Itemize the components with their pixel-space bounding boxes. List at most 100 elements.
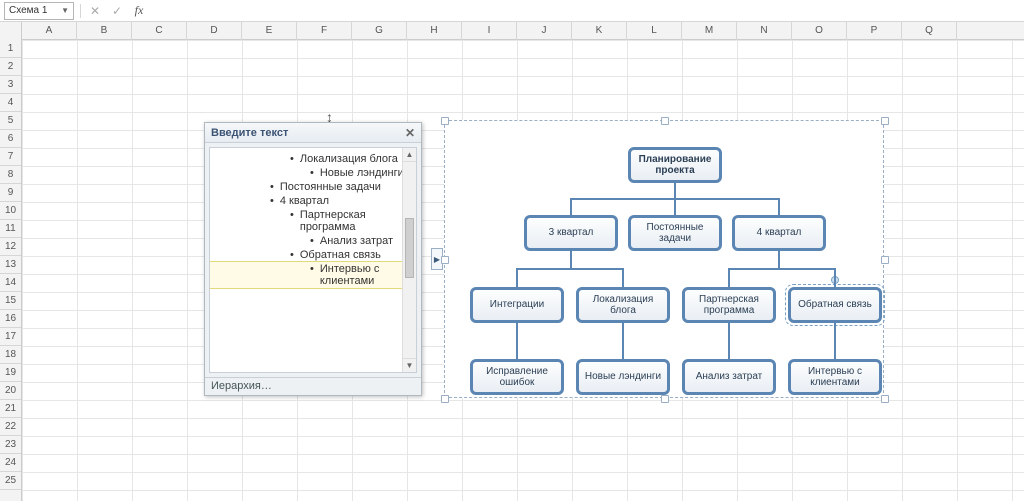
diagram-node[interactable]: 3 квартал <box>524 215 618 251</box>
column-header[interactable]: B <box>77 22 132 40</box>
row-header[interactable]: 7 <box>0 148 21 166</box>
text-pane-body[interactable]: Локализация блога Новые лэндинги Постоянны… <box>209 147 417 373</box>
text-pane-item[interactable]: Новые лэндинги <box>210 166 416 180</box>
row-header[interactable]: 13 <box>0 256 21 274</box>
diagram-node-label: Исправление ошибок <box>477 366 557 389</box>
divider <box>80 4 81 18</box>
diagram-node[interactable]: Новые лэндинги <box>576 359 670 395</box>
formula-input[interactable] <box>153 2 1024 20</box>
row-header[interactable]: 3 <box>0 76 21 94</box>
row-header[interactable]: 25 <box>0 472 21 490</box>
diagram-node[interactable]: Анализ затрат <box>682 359 776 395</box>
smartart-canvas[interactable]: ▶ Планирование проекта3 кварталПостоянны… <box>444 120 884 398</box>
column-header[interactable]: C <box>132 22 187 40</box>
row-header[interactable]: 16 <box>0 310 21 328</box>
text-pane-item[interactable]: Обратная связь <box>210 248 416 262</box>
column-header[interactable]: F <box>297 22 352 40</box>
scrollbar[interactable]: ▲ ▼ <box>402 148 416 372</box>
diagram-node[interactable]: Партнерская программа <box>682 287 776 323</box>
connector <box>516 268 572 270</box>
column-header[interactable]: G <box>352 22 407 40</box>
diagram-node[interactable]: Локализация блога <box>576 287 670 323</box>
row-header[interactable]: 18 <box>0 346 21 364</box>
row-header[interactable]: 5 <box>0 112 21 130</box>
row-header[interactable]: 17 <box>0 328 21 346</box>
row-header-column: 1234567891011121314151617181920212223242… <box>0 40 22 501</box>
text-pane-item-label: Постоянные задачи <box>280 181 381 193</box>
hierarchy-diagram[interactable]: Планирование проекта 3 квартал Постоянные … <box>455 133 873 385</box>
column-header[interactable]: J <box>517 22 572 40</box>
scroll-down-icon[interactable]: ▼ <box>403 358 416 372</box>
name-box[interactable]: Схема 1 ▼ <box>4 2 74 20</box>
row-header[interactable]: 10 <box>0 202 21 220</box>
scroll-up-icon[interactable]: ▲ <box>403 148 416 162</box>
text-pane-item[interactable]: Анализ затрат <box>210 234 416 248</box>
column-header[interactable]: Q <box>902 22 957 40</box>
fx-icon[interactable]: fx <box>131 3 147 19</box>
row-header[interactable]: 14 <box>0 274 21 292</box>
selection-handle[interactable] <box>441 395 449 403</box>
diagram-node[interactable]: Постоянные задачи <box>628 215 722 251</box>
diagram-node[interactable]: Обратная связь <box>788 287 882 323</box>
column-header[interactable]: E <box>242 22 297 40</box>
row-header[interactable]: 15 <box>0 292 21 310</box>
column-header[interactable]: N <box>737 22 792 40</box>
connector <box>622 269 624 287</box>
row-header[interactable]: 6 <box>0 130 21 148</box>
smartart-text-pane[interactable]: Введите текст ✕ Локализация блога Новые л… <box>204 122 422 396</box>
close-icon[interactable]: ✕ <box>405 126 415 140</box>
selection-handle[interactable] <box>441 117 449 125</box>
scroll-thumb[interactable] <box>405 218 414 278</box>
select-all-corner[interactable] <box>0 22 22 40</box>
accept-icon[interactable]: ✓ <box>109 3 125 19</box>
chevron-down-icon[interactable]: ▼ <box>61 6 69 15</box>
text-pane-item[interactable]: 4 квартал <box>210 194 416 208</box>
diagram-node[interactable]: Планирование проекта <box>628 147 722 183</box>
row-header[interactable]: 12 <box>0 238 21 256</box>
text-pane-item-label: Локализация блога <box>300 153 398 165</box>
row-header[interactable]: 24 <box>0 454 21 472</box>
column-header[interactable]: M <box>682 22 737 40</box>
column-header[interactable]: A <box>22 22 77 40</box>
text-pane-item[interactable]: Партнерская программа <box>210 208 416 234</box>
column-header[interactable]: I <box>462 22 517 40</box>
selection-handle[interactable] <box>881 256 889 264</box>
column-header[interactable]: L <box>627 22 682 40</box>
row-header[interactable]: 8 <box>0 166 21 184</box>
row-header[interactable]: 4 <box>0 94 21 112</box>
diagram-node[interactable]: Интеграции <box>470 287 564 323</box>
selection-handle[interactable] <box>881 117 889 125</box>
column-header[interactable]: K <box>572 22 627 40</box>
text-pane-item[interactable]: Интервью с клиентами <box>209 261 417 289</box>
text-pane-item-label: Обратная связь <box>300 249 381 261</box>
text-pane-item-label: Новые лэндинги <box>320 167 404 179</box>
diagram-node[interactable]: 4 квартал <box>732 215 826 251</box>
diagram-node[interactable]: Исправление ошибок <box>470 359 564 395</box>
selection-handle[interactable] <box>441 256 449 264</box>
diagram-node[interactable]: Интервью с клиентами <box>788 359 882 395</box>
row-header[interactable]: 21 <box>0 400 21 418</box>
text-pane-header[interactable]: Введите текст ✕ <box>205 123 421 143</box>
row-header[interactable]: 2 <box>0 58 21 76</box>
cancel-icon[interactable]: ✕ <box>87 3 103 19</box>
row-header[interactable]: 1 <box>0 40 21 58</box>
selection-handle[interactable] <box>661 395 669 403</box>
row-header[interactable]: 20 <box>0 382 21 400</box>
text-pane-item[interactable]: Постоянные задачи <box>210 180 416 194</box>
column-header[interactable]: O <box>792 22 847 40</box>
column-header[interactable]: H <box>407 22 462 40</box>
connector <box>622 323 624 341</box>
row-header[interactable]: 22 <box>0 418 21 436</box>
text-pane-item[interactable]: Локализация блога <box>210 152 416 166</box>
column-header[interactable]: P <box>847 22 902 40</box>
row-header[interactable]: 9 <box>0 184 21 202</box>
row-header[interactable]: 19 <box>0 364 21 382</box>
row-header[interactable]: 11 <box>0 220 21 238</box>
formula-bar: Схема 1 ▼ ✕ ✓ fx <box>0 0 1024 22</box>
selection-handle[interactable] <box>661 117 669 125</box>
row-header[interactable]: 23 <box>0 436 21 454</box>
connector <box>570 198 676 200</box>
column-header[interactable]: D <box>187 22 242 40</box>
selection-handle[interactable] <box>881 395 889 403</box>
diagram-node-label: Анализ затрат <box>696 371 763 383</box>
